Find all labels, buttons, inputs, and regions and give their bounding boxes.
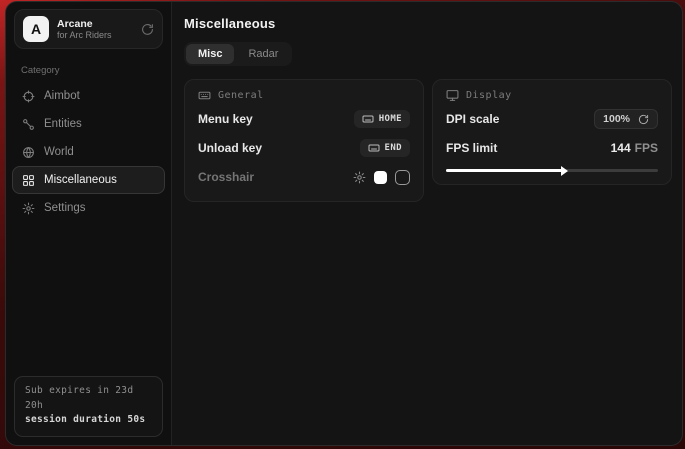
unload-key-label: Unload key — [198, 141, 262, 155]
grid-icon — [22, 174, 35, 187]
app-name: Arcane — [57, 18, 133, 30]
display-card-header: Display — [446, 89, 658, 102]
session-duration-text: session duration 50s — [25, 413, 152, 428]
keyboard-icon — [362, 113, 374, 125]
fps-slider-thumb[interactable] — [561, 166, 568, 176]
sidebar-item-settings[interactable]: Settings — [12, 194, 165, 222]
tab-misc[interactable]: Misc — [186, 44, 234, 64]
sub-expiry-text: Sub expires in 23d 20h — [25, 384, 152, 413]
sidebar-item-label: Miscellaneous — [44, 174, 117, 186]
sidebar-nav: Aimbot Entities World — [6, 82, 171, 222]
profile-card: A Arcane for Arc Riders — [14, 9, 163, 49]
menu-key-value: HOME — [379, 114, 402, 124]
display-card: Display DPI scale 100% FPS limit — [432, 79, 672, 185]
app-subtitle: for Arc Riders — [57, 30, 133, 40]
menu-key-label: Menu key — [198, 112, 253, 126]
sidebar-item-miscellaneous[interactable]: Miscellaneous — [12, 166, 165, 194]
unload-key-row: Unload key END — [198, 136, 410, 160]
menu-key-row: Menu key HOME — [198, 107, 410, 131]
crosshair-checkbox[interactable] — [395, 170, 410, 185]
fps-limit-unit: FPS — [635, 141, 658, 155]
display-card-title: Display — [466, 90, 512, 101]
crosshair-label: Crosshair — [198, 170, 254, 184]
sidebar-item-aimbot[interactable]: Aimbot — [12, 82, 165, 110]
gear-icon — [22, 202, 35, 215]
tab-bar: Misc Radar — [184, 42, 292, 66]
category-label: Category — [21, 65, 171, 76]
keyboard-icon — [368, 142, 380, 154]
fps-limit-value-group: 144 FPS — [611, 139, 658, 157]
fps-limit-row: FPS limit 144 FPS — [446, 136, 658, 160]
tab-radar[interactable]: Radar — [236, 44, 290, 64]
crosshair-row: Crosshair — [198, 165, 410, 189]
page-title: Miscellaneous — [184, 16, 672, 31]
general-card-title: General — [218, 90, 264, 101]
sidebar-item-label: Aimbot — [44, 90, 80, 102]
crosshair-controls — [353, 170, 410, 185]
crosshair-icon — [22, 90, 35, 103]
general-card-header: General — [198, 89, 410, 102]
dpi-scale-value: 100% — [603, 113, 630, 125]
dpi-scale-control[interactable]: 100% — [594, 109, 658, 129]
unload-key-bind-button[interactable]: END — [360, 139, 410, 157]
fps-limit-value: 144 — [611, 141, 631, 155]
globe-icon — [22, 146, 35, 159]
monitor-icon — [446, 89, 459, 102]
fps-limit-label: FPS limit — [446, 141, 497, 155]
refresh-icon[interactable] — [638, 114, 649, 125]
sync-icon[interactable] — [141, 23, 154, 36]
menu-key-bind-button[interactable]: HOME — [354, 110, 410, 128]
dpi-scale-label: DPI scale — [446, 112, 499, 126]
unload-key-value: END — [385, 143, 402, 153]
settings-cards: General Menu key HOME Unload key — [184, 79, 672, 202]
app-window: A Arcane for Arc Riders Category Aimbot — [5, 1, 683, 446]
sidebar-item-label: Entities — [44, 118, 82, 130]
main-content: Miscellaneous Misc Radar General Menu ke… — [172, 2, 682, 445]
entities-icon — [22, 118, 35, 131]
sidebar-item-entities[interactable]: Entities — [12, 110, 165, 138]
crosshair-settings-gear-icon[interactable] — [353, 171, 366, 184]
sidebar: A Arcane for Arc Riders Category Aimbot — [6, 2, 172, 445]
dpi-scale-row: DPI scale 100% — [446, 107, 658, 131]
app-logo: A — [23, 16, 49, 42]
subscription-info-card: Sub expires in 23d 20h session duration … — [14, 376, 163, 437]
general-card: General Menu key HOME Unload key — [184, 79, 424, 202]
fps-slider-fill — [446, 169, 563, 172]
sidebar-item-label: Settings — [44, 202, 86, 214]
fps-limit-slider[interactable] — [446, 169, 658, 172]
crosshair-color-swatch[interactable] — [374, 171, 387, 184]
sidebar-item-label: World — [44, 146, 74, 158]
profile-text: Arcane for Arc Riders — [57, 18, 133, 40]
keyboard-icon — [198, 89, 211, 102]
sidebar-item-world[interactable]: World — [12, 138, 165, 166]
